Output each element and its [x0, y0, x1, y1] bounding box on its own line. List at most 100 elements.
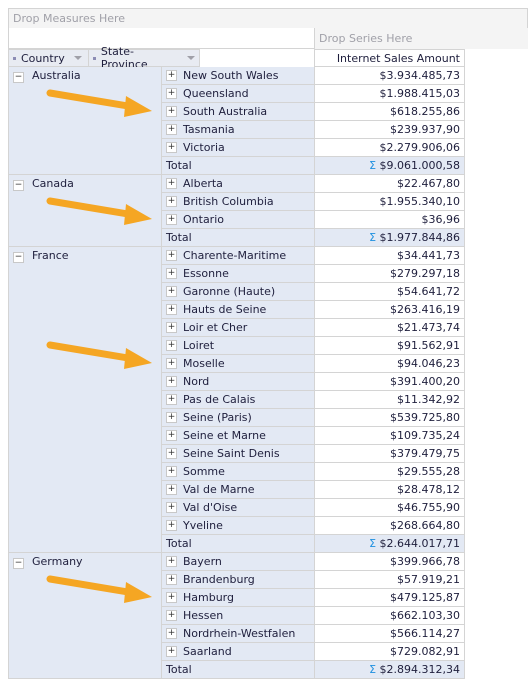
expand-icon[interactable]: +	[166, 412, 177, 423]
drop-measures-area[interactable]: Drop Measures Here	[8, 8, 528, 29]
total-label: Total	[166, 663, 192, 676]
state-row-header[interactable]: + Hauts de Seine	[161, 301, 315, 319]
expand-icon[interactable]: +	[166, 196, 177, 207]
state-row-header[interactable]: + Brandenburg	[161, 571, 315, 589]
state-row-header[interactable]: + Pas de Calais	[161, 391, 315, 409]
collapse-icon[interactable]: −	[13, 72, 24, 83]
expand-icon[interactable]: +	[166, 88, 177, 99]
expand-icon[interactable]: +	[166, 556, 177, 567]
state-row-header[interactable]: + Charente-Maritime	[161, 247, 315, 265]
expand-icon[interactable]: +	[166, 214, 177, 225]
expand-icon[interactable]: +	[166, 268, 177, 279]
expand-icon[interactable]: +	[166, 628, 177, 639]
annotation-arrow	[46, 575, 152, 603]
state-row-header[interactable]: + Loiret	[161, 337, 315, 355]
state-row-header[interactable]: + Seine (Paris)	[161, 409, 315, 427]
state-row-header[interactable]: + Victoria	[161, 139, 315, 157]
collapse-icon[interactable]: −	[13, 558, 24, 569]
expand-icon[interactable]: +	[166, 70, 177, 81]
expand-icon[interactable]: +	[166, 178, 177, 189]
state-field-button[interactable]: State-Province	[88, 45, 200, 71]
expand-icon[interactable]: +	[166, 394, 177, 405]
state-row-header[interactable]: + Somme	[161, 463, 315, 481]
state-label: Essonne	[183, 267, 229, 280]
expand-icon[interactable]: +	[166, 574, 177, 585]
expand-icon[interactable]: +	[166, 520, 177, 531]
chevron-down-icon[interactable]	[187, 56, 195, 60]
state-label: Pas de Calais	[183, 393, 256, 406]
state-row-header[interactable]: + Saarland	[161, 643, 315, 661]
value-cell: $57.919,21	[314, 571, 465, 589]
column-header-internet-sales-amount[interactable]: Internet Sales Amount	[314, 49, 465, 67]
state-row-header[interactable]: + Ontario	[161, 211, 315, 229]
expand-icon[interactable]: +	[166, 340, 177, 351]
state-row-header[interactable]: + Seine Saint Denis	[161, 445, 315, 463]
expand-icon[interactable]: +	[166, 502, 177, 513]
collapse-icon[interactable]: −	[13, 180, 24, 191]
expand-icon[interactable]: +	[166, 142, 177, 153]
state-row-header[interactable]: + Tasmania	[161, 121, 315, 139]
state-row-header[interactable]: + Nord	[161, 373, 315, 391]
total-value: $1.977.844,86	[379, 231, 460, 244]
state-row-header[interactable]: + Essonne	[161, 265, 315, 283]
state-row-header[interactable]: + Seine et Marne	[161, 427, 315, 445]
expand-icon[interactable]: +	[166, 124, 177, 135]
country-field-label: Country	[21, 51, 65, 65]
expand-icon[interactable]: +	[166, 322, 177, 333]
state-row-header[interactable]: + Bayern	[161, 553, 315, 571]
state-label: Nordrhein-Westfalen	[183, 627, 296, 640]
state-row-header[interactable]: + Val de Marne	[161, 481, 315, 499]
country-row-header[interactable]: − France	[8, 247, 162, 553]
state-row-header[interactable]: + Nordrhein-Westfalen	[161, 625, 315, 643]
drag-handle-icon	[93, 56, 96, 60]
total-value-cell: Σ $2.894.312,34	[314, 661, 465, 679]
state-label: Brandenburg	[183, 573, 255, 586]
sigma-icon: Σ	[369, 231, 377, 244]
value-cell: $29.555,28	[314, 463, 465, 481]
collapse-icon[interactable]: −	[13, 252, 24, 263]
total-value: $2.894.312,34	[379, 663, 460, 676]
state-row-header[interactable]: + New South Wales	[161, 67, 315, 85]
value-cell: $46.755,90	[314, 499, 465, 517]
state-row-header[interactable]: + Hessen	[161, 607, 315, 625]
expand-icon[interactable]: +	[166, 358, 177, 369]
state-label: Loir et Cher	[183, 321, 248, 334]
expand-icon[interactable]: +	[166, 484, 177, 495]
state-row-header[interactable]: + Yveline	[161, 517, 315, 535]
value-cell: $2.279.906,06	[314, 139, 465, 157]
state-label: Queensland	[183, 87, 249, 100]
expand-icon[interactable]: +	[166, 466, 177, 477]
state-row-header[interactable]: + South Australia	[161, 103, 315, 121]
total-value-cell: Σ $1.977.844,86	[314, 229, 465, 247]
expand-icon[interactable]: +	[166, 430, 177, 441]
state-row-header[interactable]: + Hamburg	[161, 589, 315, 607]
expand-icon[interactable]: +	[166, 250, 177, 261]
state-row-header[interactable]: + Loir et Cher	[161, 319, 315, 337]
expand-icon[interactable]: +	[166, 106, 177, 117]
state-label: Tasmania	[183, 123, 235, 136]
value-cell: $479.125,87	[314, 589, 465, 607]
value-cell: $3.934.485,73	[314, 67, 465, 85]
state-label: Hessen	[183, 609, 224, 622]
expand-icon[interactable]: +	[166, 448, 177, 459]
state-row-header[interactable]: + Garonne (Haute)	[161, 283, 315, 301]
state-row-header[interactable]: + Alberta	[161, 175, 315, 193]
expand-icon[interactable]: +	[166, 286, 177, 297]
state-label: Hamburg	[183, 591, 234, 604]
expand-icon[interactable]: +	[166, 610, 177, 621]
country-field-button[interactable]: Country	[8, 49, 89, 67]
expand-icon[interactable]: +	[166, 592, 177, 603]
state-row-header[interactable]: + Queensland	[161, 85, 315, 103]
expand-icon[interactable]: +	[166, 376, 177, 387]
state-row-header[interactable]: + British Columbia	[161, 193, 315, 211]
state-row-header[interactable]: + Moselle	[161, 355, 315, 373]
state-label: Hauts de Seine	[183, 303, 267, 316]
expand-icon[interactable]: +	[166, 646, 177, 657]
drop-series-area[interactable]: Drop Series Here	[314, 28, 528, 49]
state-label: British Columbia	[183, 195, 274, 208]
chevron-down-icon[interactable]	[73, 56, 82, 60]
state-label: Seine Saint Denis	[183, 447, 280, 460]
state-row-header[interactable]: + Val d'Oise	[161, 499, 315, 517]
expand-icon[interactable]: +	[166, 304, 177, 315]
sigma-icon: Σ	[369, 663, 377, 676]
